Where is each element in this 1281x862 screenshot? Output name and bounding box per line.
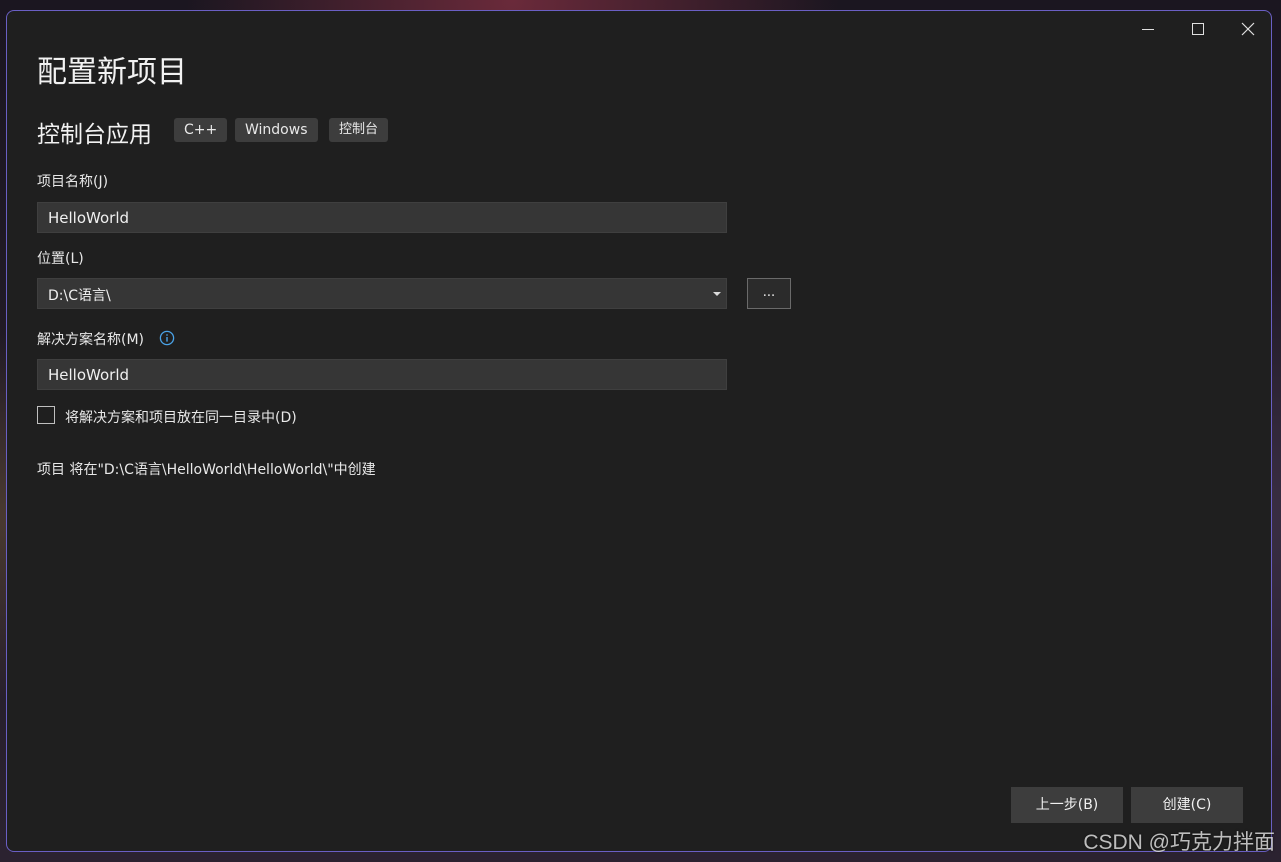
create-button[interactable]: 创建(C)	[1131, 787, 1243, 823]
close-button[interactable]	[1224, 11, 1271, 47]
back-button[interactable]: 上一步(B)	[1011, 787, 1123, 823]
page-title: 配置新项目	[37, 55, 187, 90]
project-path-note: 项目 将在"D:\C语言\HelloWorld\HelloWorld\"中创建	[37, 462, 376, 478]
configure-project-dialog: 配置新项目 控制台应用 C++ Windows 控制台 项目名称(J) 位置(L…	[6, 10, 1272, 852]
project-name-field[interactable]	[37, 202, 727, 233]
location-combobox[interactable]: D:\C语言\	[37, 278, 727, 309]
watermark: CSDN @巧克力拌面	[1083, 831, 1275, 854]
minimize-button[interactable]	[1124, 11, 1172, 47]
solution-name-label: 解决方案名称(M)	[37, 332, 145, 348]
minimize-icon	[1142, 28, 1154, 30]
template-name: 控制台应用	[37, 122, 152, 148]
location-label: 位置(L)	[37, 251, 84, 267]
maximize-button[interactable]	[1174, 11, 1222, 47]
solution-name-field[interactable]	[37, 359, 727, 390]
maximize-icon	[1192, 23, 1204, 35]
tag-console: 控制台	[329, 118, 389, 142]
chevron-down-icon[interactable]	[713, 292, 721, 296]
browse-button[interactable]: ...	[747, 278, 791, 309]
close-icon	[1241, 22, 1255, 36]
project-name-label: 项目名称(J)	[37, 174, 109, 190]
same-directory-label[interactable]: 将解决方案和项目放在同一目录中(D)	[65, 407, 297, 427]
info-icon[interactable]	[159, 330, 175, 346]
location-value: D:\C语言\	[48, 288, 111, 304]
tag-windows: Windows	[235, 118, 318, 142]
same-directory-checkbox[interactable]	[37, 406, 55, 424]
tag-cpp: C++	[174, 118, 228, 142]
